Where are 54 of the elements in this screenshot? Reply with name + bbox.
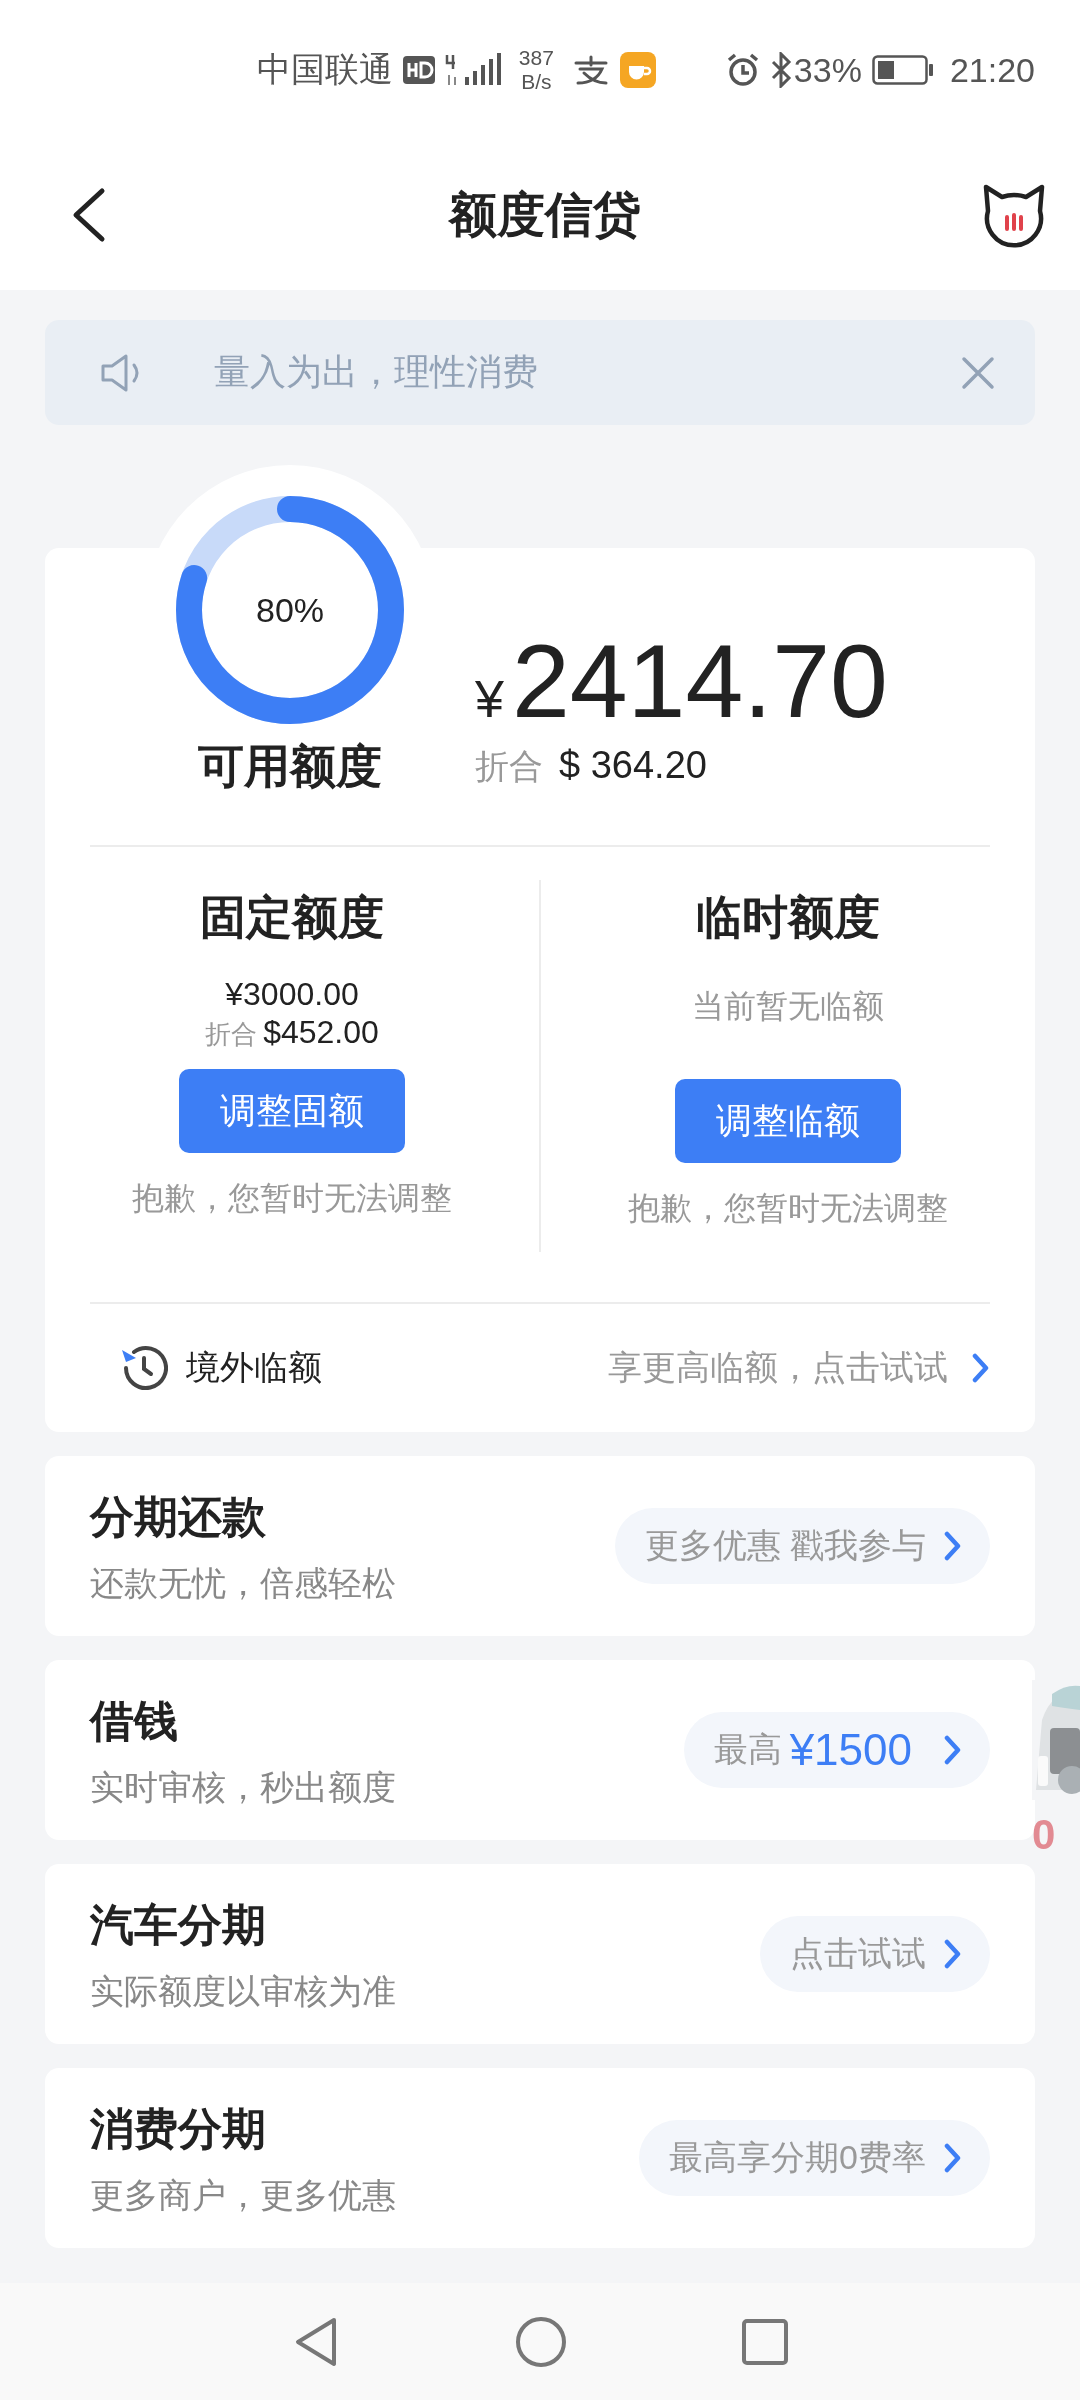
usage-percent: 80%: [254, 590, 326, 631]
converted-amount: $452.00: [263, 1013, 379, 1051]
currency-symbol: ¥: [475, 669, 504, 729]
converted-label: 折合: [475, 746, 543, 787]
product-title: 借钱: [90, 1695, 179, 1747]
signal-icon: [444, 53, 501, 87]
product-action-button[interactable]: 最高 ¥1500: [683, 1712, 990, 1788]
product-title: 分期还款: [90, 1491, 267, 1543]
close-button[interactable]: [961, 355, 995, 390]
product-title: 消费分期: [90, 2103, 267, 2155]
page-title: 额度信贷: [449, 187, 641, 243]
notice-text: 量入为出，理性消费: [214, 350, 539, 394]
alarm-icon: [725, 53, 760, 87]
product-action-button[interactable]: 更多优惠 戳我参与: [614, 1508, 990, 1584]
recents-nav-button[interactable]: [742, 2318, 788, 2365]
limit-title: 临时额度: [696, 890, 880, 945]
speed-value: 387: [518, 46, 554, 70]
product-subtitle: 还款无忧，倍感轻松: [90, 1563, 397, 1603]
chevron-right-icon: [944, 1939, 962, 1969]
overseas-limit-action: 享更高临额，点击试试: [608, 1347, 948, 1388]
home-nav-button[interactable]: [515, 2315, 567, 2368]
product-subtitle: 实际额度以审核为准: [90, 1971, 397, 2011]
limit-amount: ¥3000.00: [225, 975, 359, 1013]
product-subtitle: 实时审核，秒出额度: [90, 1767, 397, 1807]
available-amount: 2414.70: [511, 626, 888, 736]
product-subtitle: 更多商户，更多优惠: [90, 2175, 397, 2215]
chevron-right-icon: [944, 1735, 962, 1765]
promo-text: 0: [1032, 1810, 1056, 1860]
chevron-right-icon: [944, 2143, 962, 2173]
hd-icon: [402, 56, 435, 84]
speed-unit: B/s: [521, 70, 552, 94]
limit-title: 固定额度: [200, 890, 384, 945]
product-action-button[interactable]: 最高享分期0费率: [639, 2120, 990, 2196]
overseas-limit-label: 境外临额: [186, 1347, 323, 1388]
overseas-limit-row[interactable]: 境外临额 享更高临额，点击试试: [45, 1304, 1035, 1432]
battery-percent: 33%: [793, 50, 862, 90]
chevron-right-icon: [944, 1531, 962, 1561]
clock-time: 21:20: [949, 50, 1035, 90]
product-title: 汽车分期: [90, 1899, 267, 1951]
clock-plane-icon: [120, 1344, 168, 1392]
battery-icon: [871, 55, 934, 85]
cup-app-icon: [619, 52, 656, 88]
limit-note: 抱歉，您暂时无法调整: [628, 1189, 948, 1228]
carrier-name: 中国联通: [256, 49, 393, 90]
converted-amount: $ 364.20: [559, 744, 707, 787]
adjust-limit-button[interactable]: 调整临额: [675, 1079, 901, 1163]
limit-note: 抱歉，您暂时无法调整: [132, 1179, 452, 1218]
limit-status: 当前暂无临额: [692, 987, 884, 1025]
adjust-limit-button[interactable]: 调整固额: [179, 1069, 405, 1153]
product-action-button[interactable]: 点击试试: [760, 1916, 990, 1992]
bluetooth-icon: [769, 52, 792, 88]
available-limit-label: 可用额度: [198, 739, 382, 794]
chevron-right-icon: [972, 1353, 990, 1383]
converted-label: 折合: [205, 1018, 258, 1051]
